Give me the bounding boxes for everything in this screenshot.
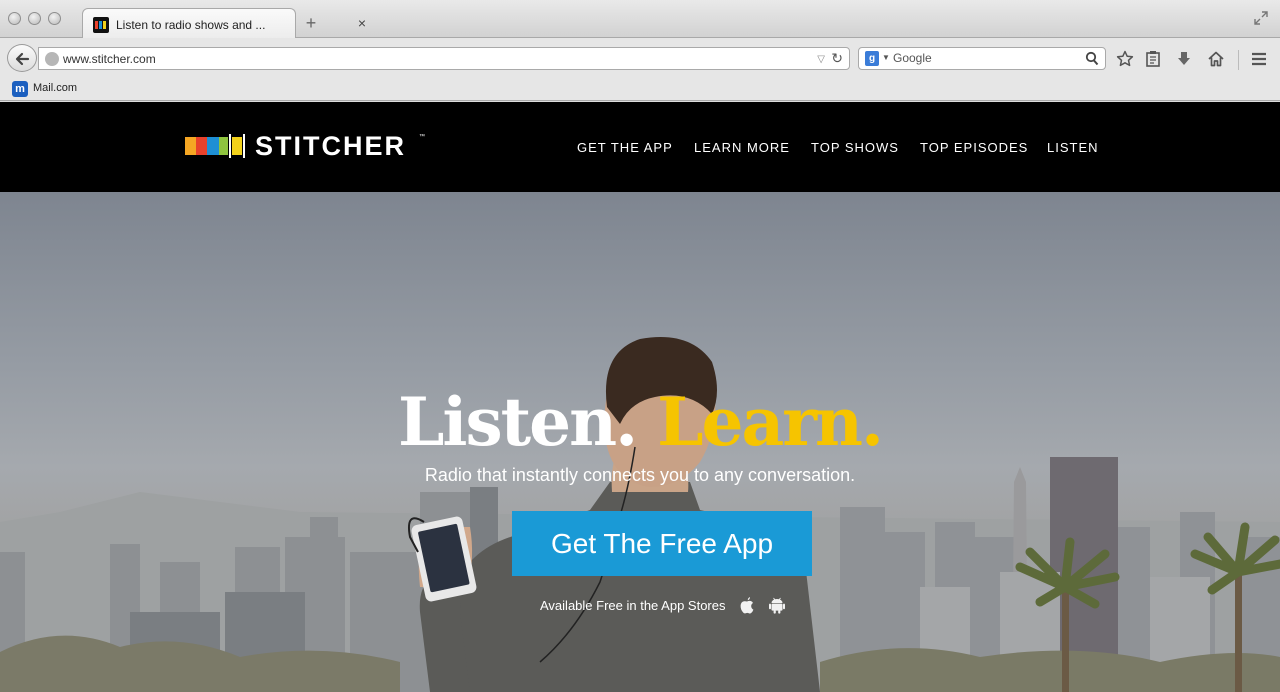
reload-icon[interactable]: ↻ bbox=[831, 50, 843, 67]
search-icon[interactable] bbox=[1085, 51, 1099, 67]
browser-nav-bar: www.stitcher.com ▽ ↻ g ▼ bbox=[0, 38, 1280, 78]
window-zoom-button[interactable] bbox=[48, 12, 61, 25]
search-input[interactable] bbox=[893, 51, 1073, 65]
hamburger-menu-icon[interactable] bbox=[1250, 50, 1268, 68]
stitcher-logo-bars-icon bbox=[185, 134, 245, 158]
window-minimize-button[interactable] bbox=[28, 12, 41, 25]
url-text[interactable]: www.stitcher.com bbox=[63, 52, 156, 66]
logo-wordmark: STITCHER bbox=[255, 131, 406, 161]
nav-learn-more[interactable]: LEARN MORE bbox=[694, 140, 790, 155]
mail-com-icon: m bbox=[12, 81, 28, 97]
bookmarks-menu-icon[interactable] bbox=[1144, 50, 1162, 68]
address-bar[interactable]: www.stitcher.com ▽ ↻ bbox=[38, 47, 850, 70]
downloads-icon[interactable] bbox=[1175, 50, 1193, 68]
bookmark-label: Mail.com bbox=[33, 82, 78, 94]
browser-tab[interactable]: Listen to radio shows and ... × bbox=[82, 8, 366, 39]
android-icon[interactable] bbox=[768, 596, 786, 614]
url-dropdown-icon[interactable]: ▽ bbox=[817, 54, 825, 65]
engine-dropdown-icon[interactable]: ▼ bbox=[882, 53, 890, 62]
nav-listen[interactable]: LISTEN bbox=[1047, 140, 1099, 155]
globe-icon bbox=[45, 52, 59, 66]
toolbar-separator bbox=[1238, 50, 1239, 70]
site-header: STITCHER ™ GET THE APP LEARN MORE TOP SH… bbox=[0, 102, 1280, 192]
logo-trademark: ™ bbox=[419, 134, 425, 140]
google-engine-icon[interactable]: g bbox=[865, 51, 879, 66]
headline-learn: Learn. bbox=[657, 383, 884, 461]
back-button[interactable] bbox=[7, 44, 37, 72]
back-arrow-icon bbox=[15, 52, 30, 66]
app-stores-label: Available Free in the App Stores bbox=[540, 598, 726, 613]
search-bar[interactable]: g ▼ bbox=[858, 47, 1106, 70]
nav-top-shows[interactable]: TOP SHOWS bbox=[811, 140, 899, 155]
stitcher-favicon-icon bbox=[93, 17, 109, 33]
tab-title: Listen to radio shows and ... bbox=[116, 18, 266, 32]
new-tab-button[interactable]: + bbox=[302, 14, 320, 32]
browser-tab-bar: Listen to radio shows and ... × + bbox=[0, 0, 1280, 39]
apple-icon[interactable] bbox=[739, 596, 755, 614]
bookmark-star-icon[interactable] bbox=[1116, 50, 1134, 68]
window-close-button[interactable] bbox=[8, 12, 21, 25]
headline-listen: Listen. bbox=[398, 383, 638, 461]
nav-top-episodes[interactable]: TOP EPISODES bbox=[920, 140, 1028, 155]
hero-headline: Listen. Learn. bbox=[0, 389, 1280, 455]
home-icon[interactable] bbox=[1207, 50, 1225, 68]
tab-close-icon[interactable]: × bbox=[353, 14, 371, 32]
hero-subheadline: Radio that instantly connects you to any… bbox=[424, 465, 856, 485]
fullscreen-icon[interactable] bbox=[1254, 11, 1268, 25]
bookmarks-toolbar: m Mail.com bbox=[0, 78, 1280, 101]
hero-section: Listen. Learn. Radio that instantly conn… bbox=[0, 192, 1280, 692]
nav-get-the-app[interactable]: GET THE APP bbox=[577, 140, 673, 155]
get-free-app-button[interactable]: Get The Free App bbox=[512, 511, 812, 576]
